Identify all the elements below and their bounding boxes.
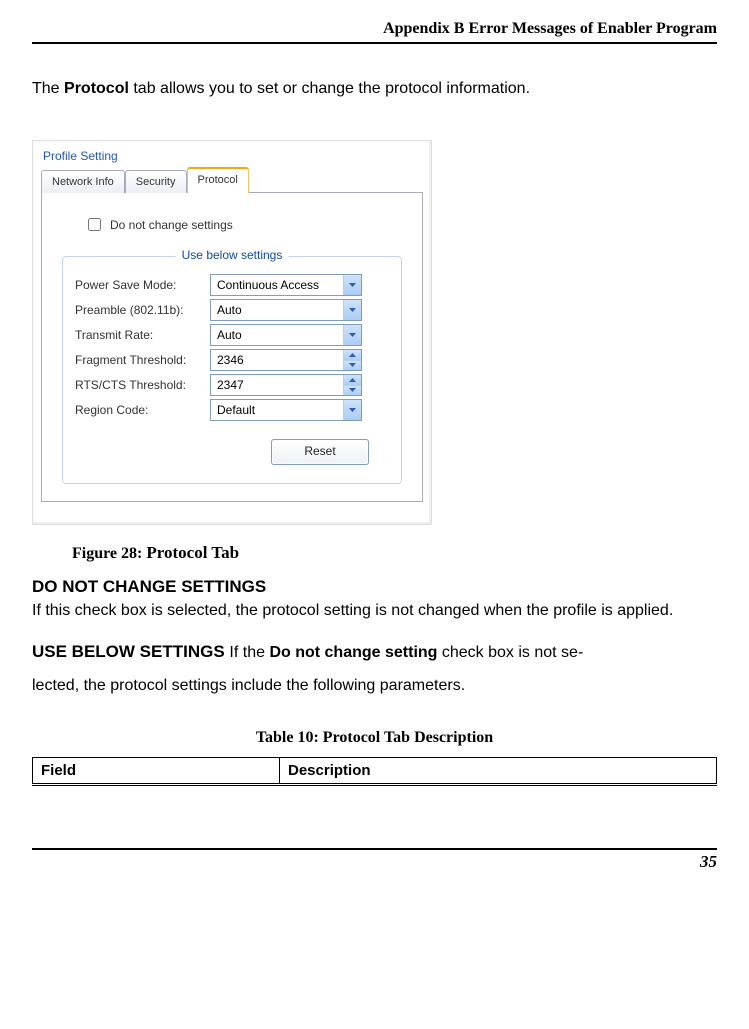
tab-network-info[interactable]: Network Info [41, 170, 125, 193]
use-below-mid1: If the [229, 644, 269, 661]
use-below-settings-group: Use below settings Power Save Mode: Cont… [62, 256, 402, 484]
section-do-not-change-heading: DO NOT CHANGE SETTINGS [32, 577, 717, 597]
table-row: Field Description [33, 758, 717, 785]
region-code-select[interactable]: Default [210, 399, 362, 421]
table-header-field: Field [33, 758, 280, 785]
section-do-not-change-body: If this check box is selected, the proto… [32, 601, 717, 621]
power-save-label: Power Save Mode: [75, 278, 210, 292]
reset-button[interactable]: Reset [271, 439, 369, 465]
figure-lead: Figure 28: [72, 545, 146, 562]
do-not-change-checkbox[interactable] [88, 218, 101, 231]
chevron-down-icon [343, 400, 361, 420]
chevron-down-icon [343, 300, 361, 320]
section-use-below-line1: USE BELOW SETTINGS If the Do not change … [32, 639, 717, 666]
do-not-change-row: Do not change settings [84, 215, 408, 234]
table-caption: Table 10: Protocol Tab Description [32, 729, 717, 747]
intro-paragraph: The Protocol tab allows you to set or ch… [32, 80, 717, 98]
chevron-up-icon [344, 350, 361, 360]
intro-pre: The [32, 80, 64, 97]
chevron-down-icon [344, 385, 361, 396]
transmit-rate-label: Transmit Rate: [75, 328, 210, 342]
intro-bold: Protocol [64, 80, 129, 97]
group-title: Profile Setting [41, 147, 423, 165]
use-below-mid2: check box is not se- [437, 644, 583, 661]
intro-post: tab allows you to set or change the prot… [129, 80, 530, 97]
fragment-threshold-stepper[interactable]: 2346 [210, 349, 362, 371]
fieldset-legend: Use below settings [176, 248, 289, 262]
section-use-below-line2: lected, the protocol settings include th… [32, 674, 717, 699]
use-below-lead: USE BELOW SETTINGS [32, 642, 229, 661]
protocol-tab-table: Field Description [32, 757, 717, 786]
fragment-threshold-value: 2346 [211, 353, 343, 367]
region-code-value: Default [211, 403, 343, 417]
chevron-down-icon [344, 360, 361, 371]
figure-title: Protocol Tab [146, 543, 239, 562]
table-header-description: Description [280, 758, 717, 785]
use-below-bold: Do not change setting [269, 644, 437, 661]
screenshot-profile-setting: Profile Setting Network Info Security Pr… [32, 140, 432, 525]
tab-security[interactable]: Security [125, 170, 187, 193]
figure-caption: Figure 28: Protocol Tab [72, 543, 717, 563]
rts-cts-threshold-stepper[interactable]: 2347 [210, 374, 362, 396]
transmit-rate-value: Auto [211, 328, 343, 342]
page-number: 35 [32, 850, 717, 872]
tab-protocol[interactable]: Protocol [187, 167, 249, 194]
power-save-select[interactable]: Continuous Access [210, 274, 362, 296]
chevron-down-icon [343, 325, 361, 345]
tab-bar: Network Info Security Protocol [41, 167, 423, 193]
protocol-panel: Do not change settings Use below setting… [41, 192, 423, 502]
transmit-rate-select[interactable]: Auto [210, 324, 362, 346]
fragment-threshold-label: Fragment Threshold: [75, 353, 210, 367]
region-code-label: Region Code: [75, 403, 210, 417]
preamble-label: Preamble (802.11b): [75, 303, 210, 317]
chevron-up-icon [344, 375, 361, 385]
rts-cts-threshold-value: 2347 [211, 378, 343, 392]
power-save-value: Continuous Access [211, 278, 343, 292]
preamble-select[interactable]: Auto [210, 299, 362, 321]
preamble-value: Auto [211, 303, 343, 317]
running-header: Appendix B Error Messages of Enabler Pro… [32, 20, 717, 44]
do-not-change-label: Do not change settings [110, 218, 233, 232]
chevron-down-icon [343, 275, 361, 295]
rts-cts-threshold-label: RTS/CTS Threshold: [75, 378, 210, 392]
